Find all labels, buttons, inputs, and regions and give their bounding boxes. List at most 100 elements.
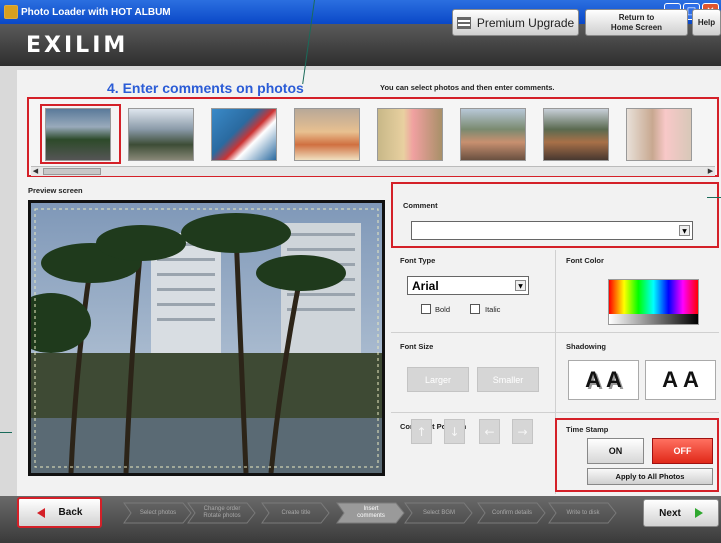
divider-h1 [391, 332, 719, 333]
callout-line-right [707, 197, 721, 198]
italic-checkbox[interactable] [470, 304, 480, 314]
preview-photo [11, 203, 382, 474]
comment-input[interactable]: ▼ [411, 221, 693, 240]
breadcrumb-step-3: Create title [261, 502, 331, 524]
breadcrumb-step-line1: Insert [363, 506, 379, 512]
scroll-right-icon[interactable]: ▶ [706, 167, 715, 176]
plain-glyph-1: A [662, 367, 678, 392]
font-color-palette[interactable] [608, 279, 699, 325]
breadcrumb-step-label: Select BGM [423, 510, 455, 517]
back-arrow-icon [36, 507, 45, 518]
time-stamp-label: Time Stamp [566, 425, 609, 434]
apply-all-photos-button[interactable]: Apply to All Photos [587, 468, 713, 485]
arrow-right-icon: → [517, 424, 528, 439]
breadcrumb-step-line1: Change order [203, 506, 241, 512]
shadowing-on-button[interactable]: AA [568, 360, 639, 400]
back-button[interactable]: Back [17, 497, 102, 528]
time-stamp-off-button[interactable]: OFF [652, 438, 713, 464]
thumbnail-7[interactable] [543, 108, 609, 161]
smaller-button[interactable]: Smaller [477, 367, 539, 392]
bold-label: Bold [435, 305, 451, 314]
return-home-label-2: Home Screen [610, 22, 663, 32]
return-home-label-1: Return to [618, 12, 655, 22]
step-title: 4. Enter comments on photos [107, 80, 304, 96]
breadcrumb-step-line1: Create title [281, 509, 311, 516]
breadcrumb-step-label: Write to disk [567, 510, 600, 517]
font-size-label: Font Size [400, 342, 434, 351]
font-type-value: Arial [412, 279, 439, 293]
move-up-button[interactable]: ↑ [411, 419, 432, 444]
breadcrumb-step-line1: Confirm details [491, 509, 532, 516]
breadcrumb-step-label: Change order Rotate photos [203, 506, 240, 520]
font-type-label: Font Type [400, 256, 436, 265]
breadcrumb-step-line1: Write to disk [566, 509, 600, 516]
move-right-button[interactable]: → [512, 419, 533, 444]
thumbnail-3[interactable] [211, 108, 277, 161]
italic-label: Italic [485, 305, 501, 314]
breadcrumb-step-line1: Select BGM [422, 509, 455, 516]
breadcrumb-step-label: Confirm details [492, 510, 532, 517]
thumbnail-1[interactable] [45, 108, 111, 161]
shadowing-off-button[interactable]: AA [645, 360, 716, 400]
next-arrow-icon [694, 508, 703, 518]
breadcrumb-step-label: Select photos [140, 510, 176, 517]
color-swatches [609, 280, 698, 324]
arrow-left-icon: ← [484, 424, 495, 439]
thumbnail-4[interactable] [294, 108, 360, 161]
plain-glyph-2: A [683, 367, 699, 392]
window-title: Photo Loader with HOT ALBUM [21, 6, 171, 18]
thumbnail-6[interactable] [460, 108, 526, 161]
comment-label: Comment [403, 201, 438, 210]
thumbnail-8[interactable] [626, 108, 692, 161]
next-label: Next [659, 507, 681, 519]
arrow-up-icon: ↑ [416, 424, 427, 439]
font-color-label: Font Color [566, 256, 604, 265]
scrollbar-thumb[interactable] [43, 168, 101, 175]
premium-upgrade-button[interactable]: Premium Upgrade [452, 9, 579, 36]
move-down-button[interactable]: ↓ [444, 419, 465, 444]
app-icon [4, 5, 18, 19]
breadcrumb-step-4: Insert comments [336, 502, 406, 524]
bold-checkbox[interactable] [421, 304, 431, 314]
breadcrumb-step-label: Insert comments [357, 506, 385, 520]
breadcrumb-step-2: Change order Rotate photos [187, 502, 257, 524]
next-button[interactable]: Next [643, 499, 719, 527]
time-stamp-panel: Time Stamp ON OFF Apply to All Photos [555, 418, 719, 492]
thumbnail-strip: ◀ ▶ [27, 97, 719, 177]
larger-button[interactable]: Larger [407, 367, 469, 392]
font-type-select[interactable]: Arial ▼ [407, 276, 529, 295]
divider-h2 [391, 412, 719, 413]
arrow-down-icon: ↓ [449, 424, 460, 439]
app-window: Photo Loader with HOT ALBUM _ □ ✕ EXILIM… [0, 0, 721, 543]
exilim-logo: EXILIM [26, 33, 129, 58]
return-home-button[interactable]: Return to Home Screen [585, 9, 688, 36]
preview-label: Preview screen [28, 186, 83, 195]
comment-panel: Comment ▼ [391, 182, 719, 248]
photo-preview [11, 200, 385, 476]
thumbnail-scrollbar[interactable]: ◀ ▶ [31, 166, 715, 176]
callout-line-left [0, 432, 12, 433]
chevron-down-icon[interactable]: ▼ [679, 225, 690, 236]
breadcrumb-step-label: Create title [281, 510, 310, 517]
scroll-left-icon[interactable]: ◀ [31, 167, 40, 176]
breadcrumb-step-5: Select BGM [404, 502, 474, 524]
breadcrumb-step-1: Select photos [123, 502, 193, 524]
breadcrumb-step-line2: comments [357, 513, 385, 519]
step-hint: You can select photos and then enter com… [380, 83, 555, 92]
grid-icon [456, 16, 471, 29]
shadowing-label: Shadowing [566, 342, 606, 351]
shadow-glyph-2: A [606, 367, 622, 392]
help-button[interactable]: Help [692, 9, 721, 36]
breadcrumb-step-line1: Select photos [139, 509, 177, 516]
breadcrumb-step-7: Write to disk [548, 502, 618, 524]
breadcrumb-step-6: Confirm details [477, 502, 547, 524]
premium-upgrade-label: Premium Upgrade [476, 15, 575, 30]
back-label: Back [58, 507, 83, 518]
move-left-button[interactable]: ← [479, 419, 500, 444]
breadcrumb-step-line2: Rotate photos [203, 513, 241, 519]
shadow-glyph-1: A [585, 367, 601, 392]
thumbnail-2[interactable] [128, 108, 194, 161]
thumbnail-5[interactable] [377, 108, 443, 161]
chevron-down-icon[interactable]: ▼ [515, 280, 526, 291]
time-stamp-on-button[interactable]: ON [587, 438, 644, 464]
